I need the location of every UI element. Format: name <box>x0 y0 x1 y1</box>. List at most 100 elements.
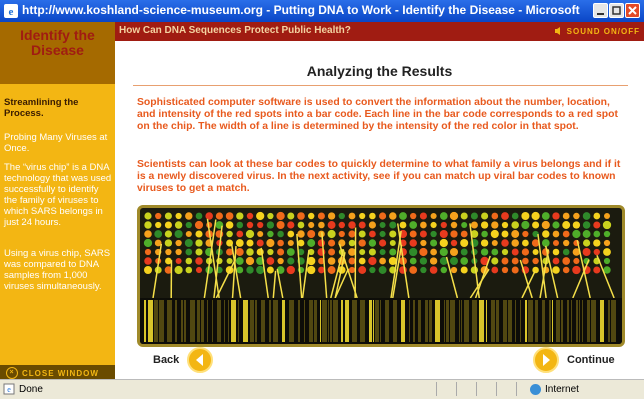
chip-spot <box>552 257 560 265</box>
barcode-line <box>561 300 563 342</box>
chip-spot <box>511 266 519 274</box>
chip-spot <box>297 221 305 229</box>
chip-spot <box>379 257 386 265</box>
chip-spot <box>277 239 284 247</box>
chip-spot <box>266 221 275 229</box>
chip-spot <box>266 266 274 274</box>
chip-spot <box>593 239 601 247</box>
barcode-line <box>496 300 499 342</box>
continue-button[interactable] <box>533 347 559 373</box>
chip-spot <box>358 257 366 265</box>
chip-spot <box>501 266 509 274</box>
sound-toggle[interactable]: SOUND ON/OFF <box>554 26 640 36</box>
chip-spot <box>287 257 295 265</box>
maximize-button[interactable] <box>609 3 624 18</box>
chip-spot <box>552 266 560 274</box>
mapping-line <box>272 270 277 299</box>
chip-spot <box>225 221 234 229</box>
chip-spot <box>235 239 244 247</box>
chip-spot <box>245 229 255 239</box>
status-pane <box>476 382 495 396</box>
chip-spot <box>490 229 499 239</box>
chip-spot <box>460 212 468 220</box>
chip-spot <box>226 230 233 238</box>
chip-spot <box>389 221 397 229</box>
barcode-line <box>552 300 553 342</box>
status-pane <box>436 382 455 396</box>
main-content: Analyzing the Results Sophisticated comp… <box>115 41 644 379</box>
chip-spot <box>419 230 427 238</box>
chip-spot <box>521 220 530 230</box>
chip-spot <box>593 212 601 220</box>
barcode-line <box>341 300 343 342</box>
chip-spot <box>194 220 204 230</box>
chip-spot <box>195 257 203 265</box>
chip-spot <box>277 230 284 238</box>
chip-spot <box>582 221 591 229</box>
chip-spot <box>276 220 285 230</box>
chip-spot <box>267 248 274 256</box>
back-nav[interactable]: Back <box>153 347 214 373</box>
chip-spot <box>501 248 509 256</box>
close-window-button[interactable]: × CLOSE WINDOW <box>6 367 99 379</box>
minimize-button[interactable] <box>593 3 608 18</box>
chip-spot <box>297 212 305 220</box>
chip-spot <box>184 239 193 247</box>
chip-spot <box>359 212 366 220</box>
barcode-line <box>582 300 583 342</box>
chip-spot <box>235 248 244 256</box>
back-button[interactable] <box>187 347 214 373</box>
barcode-line <box>444 300 445 342</box>
barcode-line <box>352 300 357 342</box>
chip-spot <box>256 239 264 247</box>
chip-spot <box>563 239 570 247</box>
chip-spot <box>246 266 254 274</box>
chip-spot <box>185 221 192 229</box>
barcode-line <box>228 300 229 342</box>
chip-spot <box>358 221 366 229</box>
mapping-line <box>521 271 536 299</box>
barcode-line <box>608 300 610 342</box>
chip-spot <box>348 239 356 247</box>
virus-chip-image <box>137 205 625 347</box>
chip-spot <box>245 256 255 266</box>
close-button[interactable] <box>625 3 640 18</box>
chip-spot <box>287 221 295 229</box>
chip-spot <box>572 221 581 229</box>
barcode-line <box>486 300 487 342</box>
sidebar-bottom-bar: × CLOSE WINDOW <box>0 365 115 379</box>
barcode-line <box>503 300 507 342</box>
chip-spot <box>155 212 162 220</box>
chip-spot <box>276 211 285 221</box>
chip-spot <box>541 212 550 220</box>
barcode-line <box>528 300 533 342</box>
chip-spot <box>410 212 417 220</box>
status-pane <box>496 382 515 396</box>
mapping-line <box>519 259 533 299</box>
chip-spot <box>562 230 570 238</box>
chip-spot <box>491 212 499 220</box>
chip-spot <box>450 239 458 247</box>
chip-spot <box>511 239 519 247</box>
chip-spot <box>185 248 193 256</box>
chip-spot <box>552 212 560 220</box>
chip-spot <box>287 230 295 238</box>
section-title: Identify the Disease <box>20 27 95 58</box>
right-arrow-icon <box>543 354 550 366</box>
chip-spot <box>225 212 234 220</box>
chip-spot <box>430 212 437 220</box>
sound-toggle-label: SOUND ON/OFF <box>566 26 640 36</box>
chip-spot <box>491 266 499 274</box>
barcode-line <box>435 300 440 342</box>
barcode-line <box>479 300 484 342</box>
security-zone: Internet <box>530 384 579 395</box>
chip-spot <box>164 230 173 238</box>
chip-spot <box>440 266 448 274</box>
continue-nav[interactable]: Continue <box>533 347 615 373</box>
chip-spot <box>205 212 213 220</box>
banner-question: How Can DNA Sequences Protect Public Hea… <box>119 25 351 36</box>
chip-spot <box>328 248 336 256</box>
chip-spot <box>236 230 244 238</box>
chip-spot <box>368 256 377 266</box>
chip-spot <box>511 257 519 265</box>
